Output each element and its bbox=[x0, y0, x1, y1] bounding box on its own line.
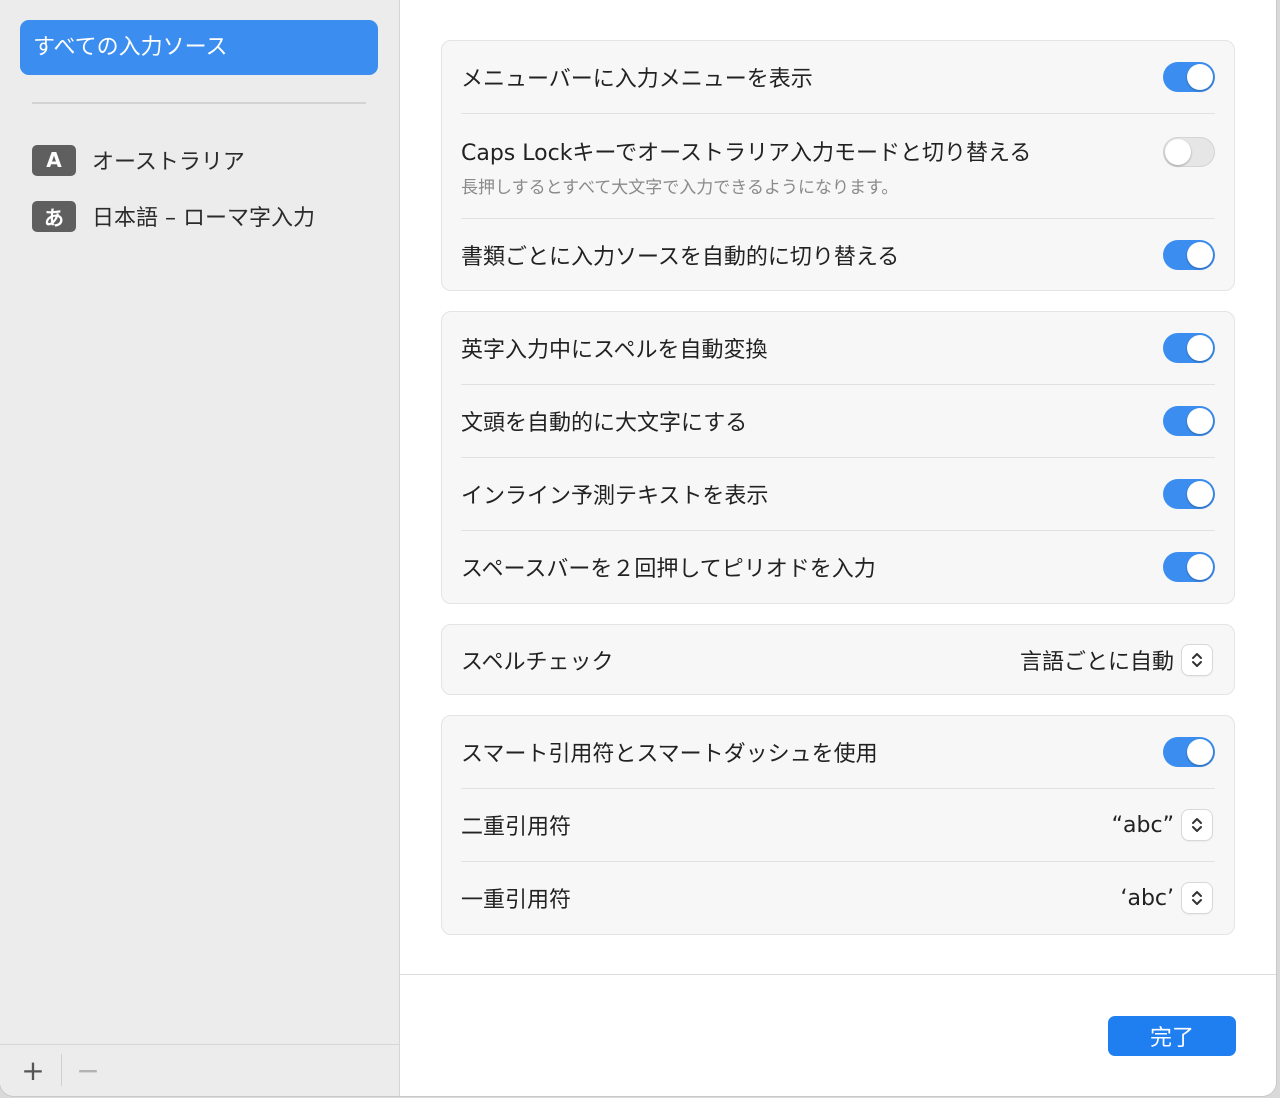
add-source-button[interactable]: + bbox=[7, 1045, 59, 1096]
row-caps-lock-switch: Caps Lockキーでオーストラリア入力モードと切り替える 長押しするとすべて… bbox=[461, 114, 1215, 218]
input-sources-window: すべての入力ソース A オーストラリア あ 日本語 – ローマ字入力 + − メ… bbox=[0, 0, 1276, 1096]
row-label: スペースバーを２回押してピリオドを入力 bbox=[461, 557, 876, 582]
show-input-menu-toggle[interactable] bbox=[1163, 62, 1215, 92]
footer-divider bbox=[400, 974, 1276, 975]
auto-correct-toggle[interactable] bbox=[1163, 333, 1215, 363]
row-label: Caps Lockキーでオーストラリア入力モードと切り替える bbox=[461, 140, 1032, 166]
input-source-badge-icon: あ bbox=[32, 200, 76, 232]
double-quotes-select[interactable]: “abc” bbox=[1112, 810, 1212, 840]
plus-icon: + bbox=[21, 1054, 45, 1087]
row-inline-predictive: インライン予測テキストを表示 bbox=[461, 458, 1215, 530]
row-smart-quotes: スマート引用符とスマートダッシュを使用 bbox=[461, 716, 1215, 788]
row-show-input-menu: メニューバーに入力メニューを表示 bbox=[461, 41, 1215, 113]
row-double-quotes: 二重引用符 “abc” bbox=[461, 789, 1212, 861]
sidebar-item-all-sources[interactable]: すべての入力ソース bbox=[20, 20, 378, 75]
settings-group-quotes: スマート引用符とスマートダッシュを使用 二重引用符 “abc” 一重引用符 ‘a… bbox=[441, 715, 1235, 935]
sidebar-item-label: 日本語 – ローマ字入力 bbox=[92, 206, 315, 231]
row-label: 英字入力中にスペルを自動変換 bbox=[461, 338, 768, 363]
row-label: 一重引用符 bbox=[461, 888, 572, 913]
auto-capitalize-toggle[interactable] bbox=[1163, 406, 1215, 436]
row-text: Caps Lockキーでオーストラリア入力モードと切り替える 長押しするとすべて… bbox=[461, 135, 1031, 198]
row-label: 文頭を自動的に大文字にする bbox=[461, 411, 748, 436]
smart-quotes-toggle[interactable] bbox=[1163, 737, 1215, 767]
toggle-knob bbox=[1187, 242, 1213, 268]
spell-check-select[interactable]: 言語ごとに自動 bbox=[1020, 644, 1212, 676]
toggle-knob bbox=[1187, 64, 1213, 90]
row-label: 二重引用符 bbox=[461, 815, 572, 840]
double-space-period-toggle[interactable] bbox=[1163, 552, 1215, 582]
chevron-up-down-icon bbox=[1182, 883, 1212, 913]
row-auto-switch-per-document: 書類ごとに入力ソースを自動的に切り替える bbox=[461, 219, 1215, 291]
settings-group-input-menu: メニューバーに入力メニューを表示 Caps Lockキーでオーストラリア入力モー… bbox=[441, 40, 1235, 291]
settings-group-spelling: スペルチェック 言語ごとに自動 bbox=[441, 624, 1235, 695]
sidebar-item-label: オーストラリア bbox=[92, 150, 245, 175]
row-label: スマート引用符とスマートダッシュを使用 bbox=[461, 742, 878, 767]
select-value: ‘abc’ bbox=[1120, 885, 1174, 911]
toggle-knob bbox=[1187, 739, 1213, 765]
settings-group-typing: 英字入力中にスペルを自動変換 文頭を自動的に大文字にする インライン予測テキスト… bbox=[441, 311, 1235, 604]
toggle-knob bbox=[1187, 554, 1213, 580]
select-value: 言語ごとに自動 bbox=[1019, 649, 1174, 675]
single-quotes-select[interactable]: ‘abc’ bbox=[1120, 883, 1212, 913]
toggle-knob bbox=[1187, 408, 1213, 434]
sidebar-item-japanese-romaji[interactable]: あ 日本語 – ローマ字入力 bbox=[32, 200, 315, 232]
chevron-up-down-icon bbox=[1182, 644, 1212, 675]
auto-switch-toggle[interactable] bbox=[1163, 240, 1215, 270]
minus-icon: − bbox=[76, 1054, 100, 1087]
caps-lock-switch-toggle[interactable] bbox=[1163, 137, 1215, 167]
done-button[interactable]: 完了 bbox=[1108, 1016, 1236, 1056]
row-sublabel: 長押しするとすべて大文字で入力できるようになります。 bbox=[461, 177, 899, 198]
row-double-space-period: スペースバーを２回押してピリオドを入力 bbox=[461, 531, 1215, 603]
sidebar-item-australian[interactable]: A オーストラリア bbox=[32, 144, 245, 176]
row-label: スペルチェック bbox=[461, 649, 614, 675]
toggle-knob bbox=[1187, 335, 1213, 361]
sidebar-footer: + − bbox=[0, 1044, 400, 1096]
row-single-quotes: 一重引用符 ‘abc’ bbox=[461, 862, 1212, 934]
row-auto-capitalize: 文頭を自動的に大文字にする bbox=[461, 385, 1215, 457]
row-label: メニューバーに入力メニューを表示 bbox=[461, 67, 813, 92]
input-source-badge-icon: A bbox=[32, 144, 76, 176]
select-value: “abc” bbox=[1111, 812, 1174, 838]
sidebar-divider bbox=[32, 102, 366, 104]
settings-pane: メニューバーに入力メニューを表示 Caps Lockキーでオーストラリア入力モー… bbox=[400, 0, 1276, 1096]
row-label: 書類ごとに入力ソースを自動的に切り替える bbox=[461, 245, 900, 270]
toggle-knob bbox=[1165, 139, 1191, 165]
toggle-knob bbox=[1187, 481, 1213, 507]
row-label: インライン予測テキストを表示 bbox=[461, 484, 769, 509]
chevron-up-down-icon bbox=[1182, 810, 1212, 840]
row-auto-correct: 英字入力中にスペルを自動変換 bbox=[461, 312, 1215, 384]
sidebar: すべての入力ソース A オーストラリア あ 日本語 – ローマ字入力 + − bbox=[0, 0, 400, 1096]
remove-source-button[interactable]: − bbox=[62, 1045, 114, 1096]
row-spell-check: スペルチェック 言語ごとに自動 bbox=[461, 625, 1212, 694]
inline-predictive-toggle[interactable] bbox=[1163, 479, 1215, 509]
